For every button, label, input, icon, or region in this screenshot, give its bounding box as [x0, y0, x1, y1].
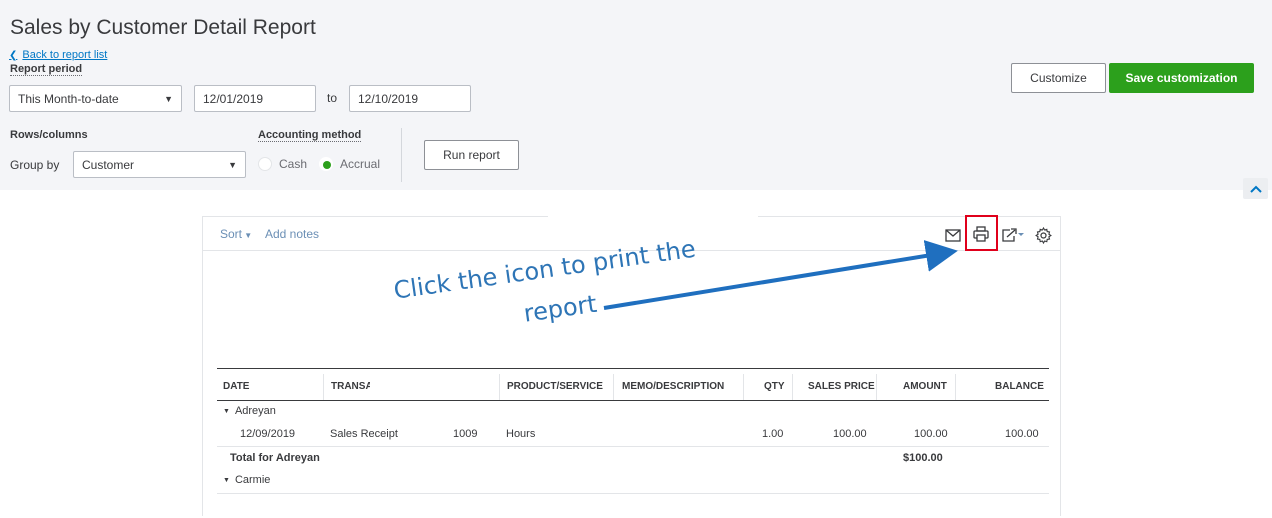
arrow-line	[603, 240, 958, 310]
annotation-arrow	[603, 240, 958, 310]
